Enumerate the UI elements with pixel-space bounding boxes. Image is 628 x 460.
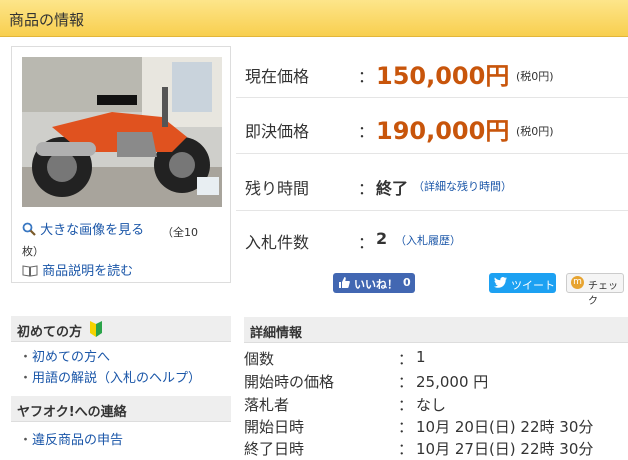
remaining-time-value: 終了 [376, 179, 409, 198]
detail-label: 開始日時 [244, 418, 305, 436]
colon: ： [358, 122, 375, 141]
contact-section-title: ヤフオク!への連絡 [17, 405, 127, 420]
buyout-price-label: 即決価格 [245, 122, 310, 141]
like-label: いいね！ [354, 278, 398, 291]
tweet-label: ツイート [511, 279, 555, 292]
detail-value: 1 [416, 348, 426, 366]
image-count: （全10枚） [22, 226, 198, 258]
tweet-button[interactable]: ツイート [489, 273, 556, 293]
beginner-mark-icon [89, 321, 103, 341]
check-button[interactable]: m チェック [566, 273, 624, 307]
image-panel: 大きな画像を見る （全10枚） 商品説明を読む [11, 46, 231, 283]
divider [236, 97, 628, 98]
colon: ： [398, 440, 414, 458]
check-m-icon: m [571, 276, 584, 289]
buyout-price-tax: (税0円) [516, 125, 554, 138]
check-label: チェック [588, 281, 618, 307]
like-count: 0 [403, 276, 411, 289]
detail-label: 開始時の価格 [244, 373, 335, 391]
bid-count-value: 2 [376, 229, 388, 248]
remaining-time-label: 残り時間 [245, 179, 310, 198]
contact-section-header: ヤフオク!への連絡 [11, 396, 231, 422]
colon: ： [398, 350, 414, 368]
beginner-section-title: 初めての方 [17, 325, 83, 340]
bid-count-label: 入札件数 [245, 233, 310, 252]
detail-value: 25,000 円 [416, 373, 489, 391]
description-row: 商品説明を読む [22, 260, 133, 279]
sidebar-item-glossary[interactable]: ・用語の解説（入札のヘルプ） [19, 367, 201, 386]
detail-value: 10月 27日(日) 22時 30分 [416, 440, 594, 458]
section-title: 商品の情報 [9, 11, 85, 29]
colon: ： [398, 396, 414, 414]
sidebar-item-label[interactable]: 用語の解説（入札のヘルプ） [32, 371, 201, 386]
colon: ： [358, 67, 375, 86]
sidebar-item-label[interactable]: 初めての方へ [32, 350, 110, 365]
detail-label: 落札者 [244, 396, 290, 414]
divider [236, 210, 628, 211]
thumbs-up-icon [338, 276, 350, 292]
facebook-like-button[interactable]: いいね！ 0 [333, 273, 415, 293]
book-icon [22, 264, 42, 279]
section-header: 商品の情報 [0, 0, 628, 37]
detail-label: 終了日時 [244, 440, 305, 458]
product-photo[interactable] [22, 57, 222, 207]
twitter-bird-icon [494, 277, 507, 291]
detail-value: 10月 20日(日) 22時 30分 [416, 418, 594, 436]
sidebar-item-beginners[interactable]: ・初めての方へ [19, 346, 110, 365]
sidebar-item-label[interactable]: 違反商品の申告 [32, 433, 123, 448]
details-title: 詳細情報 [250, 326, 303, 341]
beginner-section-header: 初めての方 [11, 316, 231, 342]
divider [236, 153, 628, 154]
detail-value: なし [416, 396, 447, 414]
remaining-time-link[interactable]: （詳細な残り時間） [413, 178, 512, 194]
detail-label: 個数 [244, 350, 275, 368]
sidebar-item-report[interactable]: ・違反商品の申告 [19, 429, 123, 448]
bid-history-link[interactable]: （入札履歴） [395, 232, 461, 248]
current-price-tax: (税0円) [516, 70, 554, 83]
current-price-label: 現在価格 [245, 67, 310, 86]
colon: ： [358, 233, 375, 252]
buyout-price-value: 190,000円 [376, 117, 510, 145]
current-price-value: 150,000円 [376, 62, 510, 90]
colon: ： [398, 418, 414, 436]
details-header: 詳細情報 [244, 317, 628, 343]
description-link[interactable]: 商品説明を読む [42, 264, 133, 279]
colon: ： [398, 373, 414, 391]
colon: ： [358, 179, 375, 198]
